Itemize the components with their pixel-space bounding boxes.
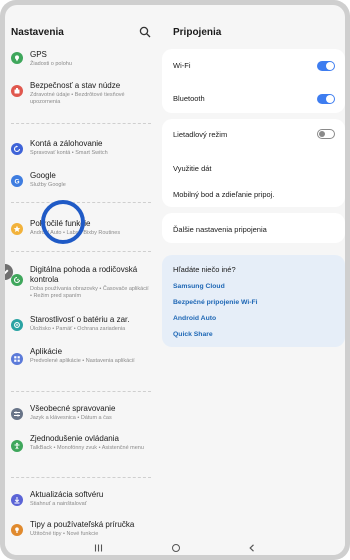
settings-item-google[interactable]: G Google Služby Google: [11, 171, 153, 193]
help-link-android-auto[interactable]: Android Auto: [173, 315, 216, 322]
apps-icon: [11, 353, 23, 365]
pane-title: Pripojenia: [173, 27, 222, 38]
item-subtitle: Stiahnuť a nainštalovať: [30, 501, 87, 507]
bluetooth-toggle[interactable]: [317, 94, 335, 104]
item-title: Tipy a používateľská príručka: [30, 520, 135, 529]
help-link-quick-share[interactable]: Quick Share: [173, 331, 213, 338]
item-title: Aplikácie: [30, 347, 63, 356]
section-divider: [11, 202, 151, 203]
connections-pane: Pripojenia Wi-Fi Bluetooth Lietadlový re…: [162, 5, 345, 543]
left-header: Nastavenia: [11, 25, 151, 43]
item-subtitle: TalkBack • Monofónny zvuk • Asistenčné m…: [30, 445, 144, 451]
section-divider: [11, 123, 151, 124]
accessibility-icon: [11, 440, 23, 452]
item-subtitle: Žiadosti o polohu: [30, 61, 72, 67]
bluetooth-label[interactable]: Bluetooth: [173, 94, 205, 103]
network-card: Lietadlový režim Využitie dát Mobilný bo…: [162, 119, 345, 207]
item-subtitle: Doba používania obrazovky • Časovače apl…: [30, 286, 149, 299]
search-icon[interactable]: [139, 26, 151, 38]
emergency-icon: [11, 85, 23, 97]
device-frame: Nastavenia GPS Žiadosti o polohu Bezpečn…: [0, 0, 350, 560]
help-card: Hľadáte niečo iné? Samsung Cloud Bezpečn…: [162, 255, 345, 347]
item-subtitle: Spravovať kontá • Smart Switch: [30, 150, 108, 156]
item-subtitle: Predvolené aplikácie • Nastavenia apliká…: [30, 358, 135, 364]
navigation-bar: [5, 541, 345, 555]
item-title: Aktualizácia softvéru: [30, 490, 104, 499]
airplane-mode-toggle[interactable]: [317, 129, 335, 139]
item-title: Kontá a zálohovanie: [30, 139, 103, 148]
screen: Nastavenia GPS Žiadosti o polohu Bezpečn…: [5, 5, 345, 555]
device-care-icon: [11, 319, 23, 331]
svg-text:G: G: [14, 178, 19, 185]
home-icon[interactable]: [172, 544, 180, 552]
settings-item-software-update[interactable]: Aktualizácia softvéru Stiahnuť a nainšta…: [11, 490, 153, 514]
item-title: Google: [30, 171, 56, 180]
item-title: Bezpečnosť a stav núdze: [30, 81, 121, 90]
settings-item-safety[interactable]: Bezpečnosť a stav núdze Zdravotné údaje …: [11, 81, 153, 111]
data-usage-row[interactable]: Využitie dát: [173, 164, 212, 173]
item-subtitle: Služby Google: [30, 182, 66, 188]
airplane-mode-label[interactable]: Lietadlový režim: [173, 130, 227, 139]
page-title: Nastavenia: [11, 27, 64, 38]
location-icon: [11, 52, 23, 64]
tips-icon: [11, 524, 23, 536]
recent-apps-icon[interactable]: [94, 544, 103, 552]
hotspot-row[interactable]: Mobilný bod a zdieľanie pripoj.: [173, 190, 274, 199]
sliders-icon: [11, 408, 23, 420]
help-link-secure-wifi[interactable]: Bezpečné pripojenie Wi-Fi: [173, 299, 258, 306]
help-link-samsung-cloud[interactable]: Samsung Cloud: [173, 283, 225, 290]
sync-icon: [11, 143, 23, 155]
item-title: Všeobecné spravovanie: [30, 404, 116, 413]
item-title: Zjednodušenie ovládania: [30, 434, 119, 443]
section-divider: [11, 477, 151, 478]
more-settings-card: Ďalšie nastavenia pripojenia: [162, 213, 345, 243]
section-divider: [11, 251, 151, 252]
settings-item-apps[interactable]: Aplikácie Predvolené aplikácie • Nastave…: [11, 347, 153, 379]
settings-item-device-care[interactable]: Starostlivosť o batériu a zar. Úložisko …: [11, 315, 153, 339]
help-title: Hľadáte niečo iné?: [173, 265, 236, 274]
update-icon: [11, 494, 23, 506]
settings-item-tips[interactable]: Tipy a používateľská príručka Užitočné t…: [11, 520, 153, 542]
tap-indicator: [41, 200, 85, 244]
wifi-label[interactable]: Wi-Fi: [173, 61, 191, 70]
section-divider: [11, 391, 151, 392]
settings-list-pane: Nastavenia GPS Žiadosti o polohu Bezpečn…: [5, 5, 157, 543]
item-title: GPS: [30, 50, 47, 59]
item-subtitle: Úložisko • Pamäť • Ochrana zariadenia: [30, 326, 126, 332]
google-icon: G: [11, 175, 23, 187]
item-title: Starostlivosť o batériu a zar.: [30, 315, 130, 324]
wellbeing-icon: [11, 274, 23, 286]
back-icon[interactable]: [248, 544, 256, 552]
more-connection-settings-row[interactable]: Ďalšie nastavenia pripojenia: [173, 225, 267, 234]
settings-item-digital-wellbeing[interactable]: Digitálna pohoda a rodičovská kontrola D…: [11, 265, 153, 305]
wifi-toggle[interactable]: [317, 61, 335, 71]
connections-card: Wi-Fi Bluetooth: [162, 49, 345, 113]
settings-item-accounts[interactable]: Kontá a zálohovanie Spravovať kontá • Sm…: [11, 139, 153, 161]
settings-item-gps[interactable]: GPS Žiadosti o polohu: [11, 47, 153, 67]
item-subtitle: Zdravotné údaje • Bezdrôtové tiesňové up…: [30, 92, 125, 105]
item-subtitle: Jazyk a klávesnica • Dátum a čas: [30, 415, 112, 421]
settings-item-general-management[interactable]: Všeobecné spravovanie Jazyk a klávesnica…: [11, 404, 153, 428]
item-subtitle: Užitočné tipy • Nové funkcie: [30, 531, 99, 537]
star-icon: [11, 223, 23, 235]
item-title: Digitálna pohoda a rodičovská kontrola: [30, 265, 138, 284]
settings-item-accessibility[interactable]: Zjednodušenie ovládania TalkBack • Monof…: [11, 434, 153, 466]
